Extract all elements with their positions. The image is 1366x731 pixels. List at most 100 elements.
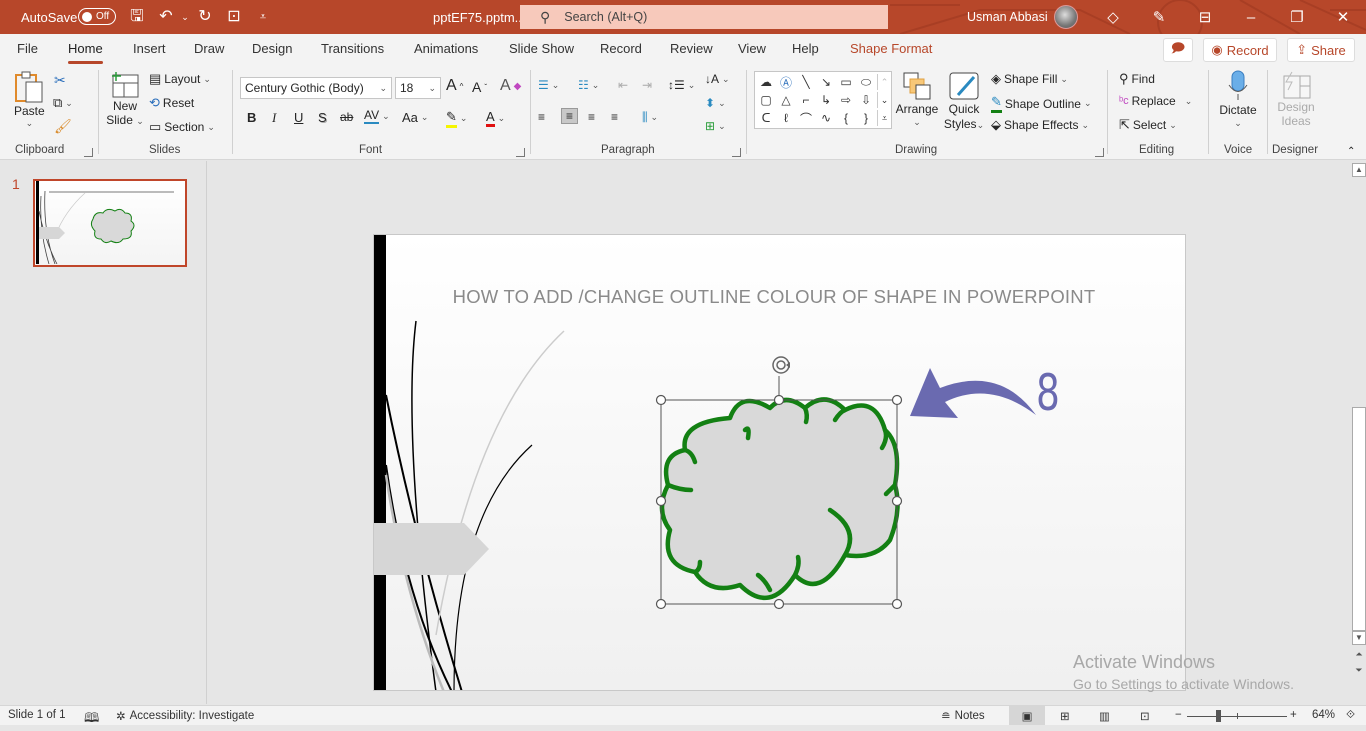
rotation-handle[interactable] <box>772 356 790 374</box>
align-right-icon[interactable]: ≡ <box>588 110 595 124</box>
align-left-icon[interactable]: ≡ <box>538 110 545 124</box>
minimize-button[interactable]: – <box>1228 0 1274 34</box>
arc-icon[interactable]: ⌒ <box>797 110 815 126</box>
shapes-gallery[interactable]: ☁ Ⓐ ╲ ↘ ▭ ⬭ ▢ △ ⌐ ↳ ⇨ ⇩ ᑕ ℓ ⌒ ∿ { } ⌃ ⌄ … <box>754 71 892 129</box>
fit-slide-icon[interactable]: ⟐ <box>1346 709 1355 722</box>
resize-handle-bottom[interactable] <box>773 598 785 610</box>
font-color-button[interactable]: A ⌄ <box>486 109 505 127</box>
text-direction-button[interactable]: ↓A ⌄ <box>705 72 730 86</box>
tab-file[interactable]: File <box>17 41 38 56</box>
paste-button[interactable]: Paste ⌄ <box>14 70 45 129</box>
tab-design[interactable]: Design <box>252 41 292 56</box>
zoom-slider-thumb[interactable] <box>1216 710 1221 722</box>
scrollbar-thumb[interactable] <box>1352 407 1366 631</box>
cloud-shape-icon[interactable]: ☁ <box>757 74 775 90</box>
change-case-button[interactable]: Aa ⌄ <box>402 110 428 125</box>
user-name[interactable]: Usman Abbasi <box>967 0 1048 34</box>
down-arrow-icon[interactable]: ⇩ <box>857 92 875 108</box>
font-size-dropdown[interactable]: 18 ⌄ <box>395 77 441 99</box>
arrow-line-icon[interactable]: ↘ <box>817 74 835 90</box>
paragraph-launcher-icon[interactable] <box>732 148 741 157</box>
scroll-up-button[interactable]: ▲ <box>1352 163 1366 177</box>
shape-effects-button[interactable]: ⬙ Shape Effects ⌄ <box>991 117 1089 133</box>
arrange-button[interactable]: Arrange ⌄ <box>895 71 939 128</box>
zoom-in-button[interactable]: + <box>1290 709 1297 721</box>
line-spacing-button[interactable]: ↕☰ ⌄ <box>668 78 695 92</box>
replace-button[interactable]: ᵇc Replace ⌄ <box>1119 94 1192 108</box>
normal-view-button[interactable]: ▣ <box>1009 706 1045 725</box>
tab-review[interactable]: Review <box>670 41 713 56</box>
tab-help[interactable]: Help <box>792 41 819 56</box>
scribble-icon[interactable]: ℓ <box>777 110 795 126</box>
bullets-button[interactable]: ☰ ⌄ <box>538 78 559 92</box>
increase-font-size-icon[interactable]: A ^ <box>446 77 463 95</box>
collapse-ribbon-icon[interactable]: ⌃ <box>1347 146 1355 157</box>
record-button[interactable]: ◉ Record <box>1203 38 1277 62</box>
highlight-color-button[interactable]: ✎ ⌄ <box>446 109 467 128</box>
gallery-scroll-down-icon[interactable]: ⌄ <box>877 92 891 108</box>
section-button[interactable]: ▭ Section ⌄ <box>149 119 215 135</box>
find-button[interactable]: ⚲ Find <box>1119 71 1155 87</box>
decrease-font-size-icon[interactable]: Aˇ <box>472 79 487 95</box>
tab-slide-show[interactable]: Slide Show <box>509 41 574 56</box>
restore-button[interactable]: ❐ <box>1274 0 1320 34</box>
columns-button[interactable]: ⫼ ⌄ <box>642 110 658 125</box>
reading-view-icon[interactable]: ▥ <box>1099 709 1110 723</box>
resize-handle-top[interactable] <box>773 394 785 406</box>
slide-sorter-view-icon[interactable]: ⊞ <box>1060 709 1070 723</box>
align-text-button[interactable]: ⬍ ⌄ <box>705 96 726 110</box>
resize-handle-left[interactable] <box>655 495 667 507</box>
dictate-button[interactable]: Dictate ⌄ <box>1217 70 1259 129</box>
tab-insert[interactable]: Insert <box>133 41 166 56</box>
new-slide-button[interactable]: New Slide ⌄ <box>106 71 144 127</box>
decrease-indent-icon[interactable]: ⇤ <box>618 78 628 92</box>
underline-button[interactable]: U <box>294 110 303 125</box>
curve-icon[interactable]: ∿ <box>817 110 835 126</box>
present-icon[interactable]: ⊡ <box>225 8 243 26</box>
resize-handle-bottom-right[interactable] <box>891 598 903 610</box>
slide-show-view-icon[interactable]: ⊡ <box>1140 709 1150 723</box>
previous-slide-icon[interactable]: ⏶ <box>1352 649 1366 660</box>
avatar[interactable] <box>1054 5 1078 29</box>
zoom-level[interactable]: 64% <box>1312 709 1335 721</box>
rectangle-icon[interactable]: ▭ <box>837 74 855 90</box>
slide-title[interactable]: HOW TO ADD /CHANGE OUTLINE COLOUR OF SHA… <box>434 286 1114 308</box>
undo-icon[interactable]: ↶ <box>157 8 175 26</box>
customize-toolbar-icon[interactable]: ⩡ <box>254 8 272 26</box>
select-button[interactable]: ⇱ Select ⌄ <box>1119 117 1177 133</box>
tab-view[interactable]: View <box>738 41 766 56</box>
resize-handle-bottom-left[interactable] <box>655 598 667 610</box>
shape-fill-button[interactable]: ◈ Shape Fill ⌄ <box>991 71 1068 87</box>
shape-outline-button[interactable]: ✎ Shape Outline ⌄ <box>991 94 1092 113</box>
cut-icon[interactable]: ✂ <box>54 72 66 89</box>
design-ideas-button[interactable]: Design Ideas <box>1274 70 1318 128</box>
accessibility-button[interactable]: ✲ Accessibility: Investigate <box>116 709 254 723</box>
clear-formatting-icon[interactable]: A ◆ <box>500 77 521 95</box>
ribbon-display-icon[interactable]: ⊟ <box>1182 0 1228 34</box>
quick-styles-button[interactable]: Quick Styles⌄ <box>943 71 985 131</box>
close-button[interactable]: ✕ <box>1320 0 1366 34</box>
elbow-connector-icon[interactable]: ⌐ <box>797 92 815 108</box>
drawing-launcher-icon[interactable] <box>1095 148 1104 157</box>
redo-icon[interactable]: ↻ <box>196 8 214 26</box>
align-center-icon[interactable]: ≡ <box>561 108 579 124</box>
justify-icon[interactable]: ≡ <box>611 110 618 124</box>
font-launcher-icon[interactable] <box>516 148 525 157</box>
tab-animations[interactable]: Animations <box>414 41 478 56</box>
save-icon[interactable]: 🖫 <box>128 8 146 26</box>
rounded-rectangle-icon[interactable]: ▢ <box>757 92 775 108</box>
italic-button[interactable]: I <box>272 110 276 126</box>
oval-icon[interactable]: ⬭ <box>857 74 875 90</box>
share-button[interactable]: ⇪ Share <box>1287 38 1355 62</box>
clipboard-launcher-icon[interactable] <box>84 148 93 157</box>
tab-home[interactable]: Home <box>68 41 103 64</box>
resize-handle-top-right[interactable] <box>891 394 903 406</box>
copy-button[interactable]: ⧉ ⌄ <box>53 95 73 111</box>
premium-diamond-icon[interactable]: ◇ <box>1090 0 1136 34</box>
comments-button[interactable]: 🗩 <box>1163 38 1193 62</box>
increase-indent-icon[interactable]: ⇥ <box>642 78 652 92</box>
next-slide-icon[interactable]: ⏷ <box>1352 665 1366 676</box>
undo-dropdown-icon[interactable]: ⌄ <box>176 8 194 26</box>
line-icon[interactable]: ╲ <box>797 74 815 90</box>
tab-draw[interactable]: Draw <box>194 41 224 56</box>
